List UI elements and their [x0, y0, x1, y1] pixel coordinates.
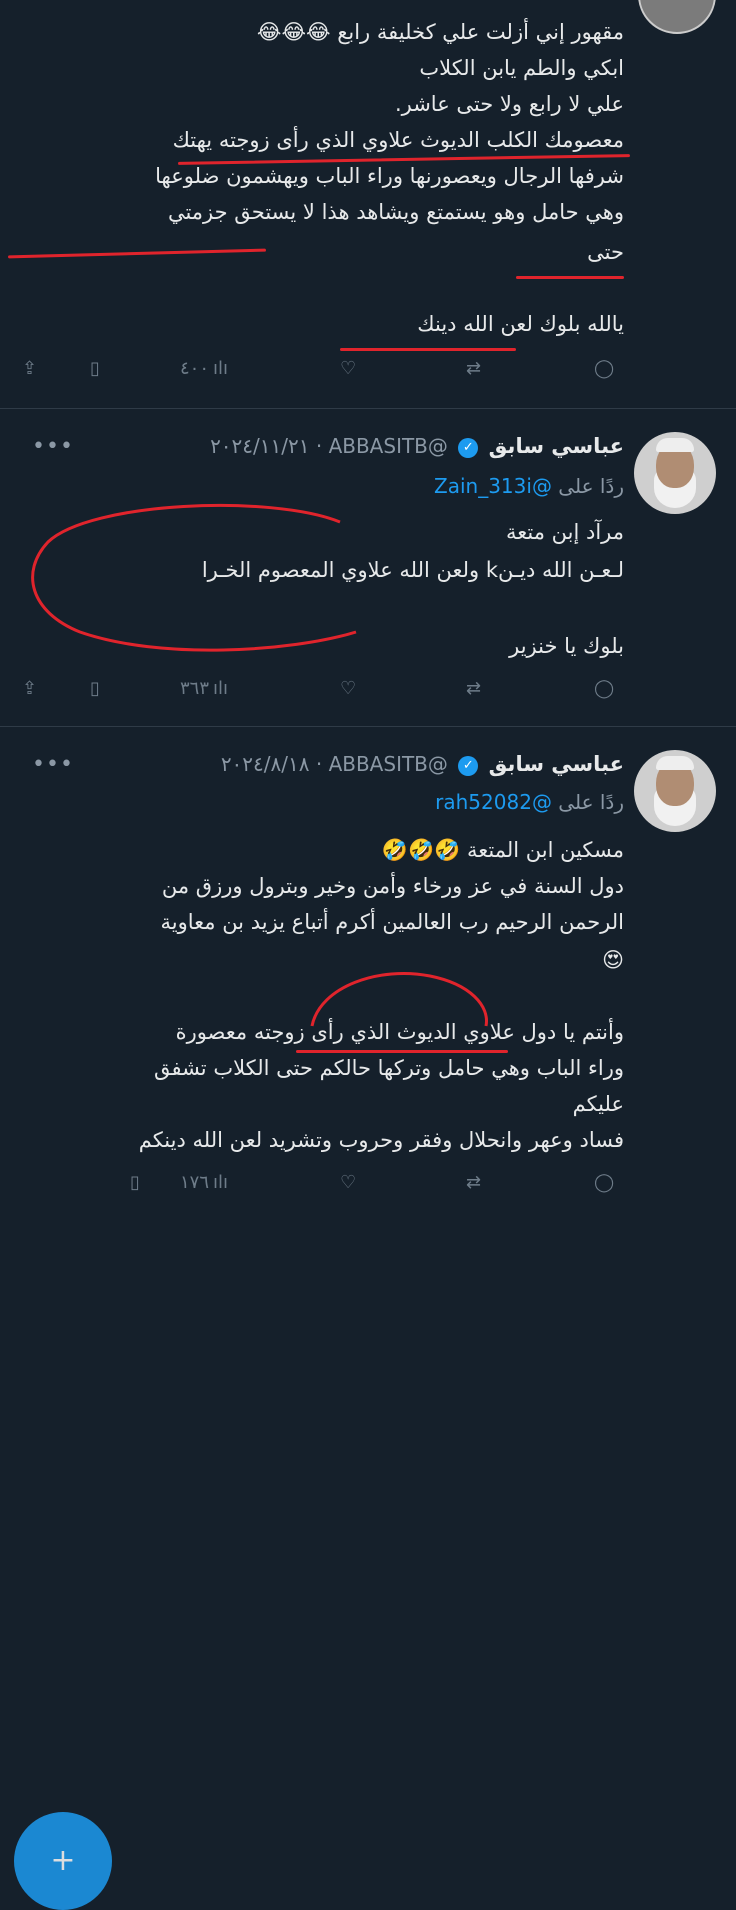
tweet-header: عباسي سابق ✓ @ABBASITB · ٢٠٢٤/٨/١٨: [221, 752, 624, 776]
bookmark-icon: ▯: [90, 678, 100, 699]
tweet-text-line: وراء الباب وهي حامل وتركها حالكم حتى الك…: [153, 1056, 624, 1080]
bookmark-button[interactable]: ▯: [90, 678, 100, 699]
chart-icon: ılı: [213, 358, 229, 379]
tweet-text-line: ابكي والطم يابن الكلاب: [419, 56, 624, 80]
tweet-text-line: مرآد إبن متعة: [505, 520, 624, 544]
reply-context: ردًا على @rah52082: [435, 790, 624, 814]
tweet-1[interactable]: مقهور إني أزلت علي كخليفة رابع 😂😂😂 ابكي …: [0, 0, 736, 409]
tweet-actions: ⇪ ▯ ٤٠٠ ılı ♡ ⇄ ◯: [0, 358, 736, 388]
reply-handle-link[interactable]: @Zain_313i: [434, 474, 552, 498]
reply-icon: ◯: [594, 358, 615, 379]
tweet-actions: ▯ ١٧٦ ılı ♡ ⇄ ◯: [0, 1172, 736, 1202]
reply-handle-link[interactable]: @rah52082: [435, 790, 552, 814]
views-value: ٤٠٠: [180, 358, 210, 379]
avatar[interactable]: [634, 750, 716, 832]
like-button[interactable]: ♡: [340, 678, 356, 699]
views-value: ١٧٦: [180, 1172, 210, 1193]
separator-dot: ·: [315, 434, 323, 458]
reply-prefix: ردًا على: [558, 790, 624, 814]
display-name[interactable]: عباسي سابق: [489, 434, 624, 458]
tweet-2[interactable]: عباسي سابق ✓ @ABBASITB · ٢٠٢٤/١١/٢١ ••• …: [0, 408, 736, 727]
chart-icon: ılı: [213, 678, 229, 699]
reply-button[interactable]: ◯: [594, 358, 614, 379]
tweet-text-line: يالله بلوك لعن الله دينك: [417, 312, 624, 336]
retweet-button[interactable]: ⇄: [466, 358, 481, 379]
like-button[interactable]: ♡: [340, 1172, 356, 1193]
tweet-text-line: فساد وعهر وانحلال وفقر وحروب وتشريد لعن …: [138, 1128, 624, 1152]
views-value: ٣٦٣: [180, 678, 210, 699]
tweet-text-line: علي لا رابع ولا حتى عاشر.: [394, 92, 624, 116]
reply-context: ردًا على @Zain_313i: [434, 474, 624, 498]
annotation-underline: [296, 1050, 508, 1053]
share-icon: ⇪: [22, 358, 38, 379]
annotation-underline: [8, 248, 266, 259]
retweet-button[interactable]: ⇄: [466, 1172, 481, 1193]
user-handle[interactable]: @ABBASITB: [329, 752, 448, 776]
tweet-date[interactable]: ٢٠٢٤/٨/١٨: [221, 752, 310, 776]
tweet-text-line: وهي حامل وهو يستمتع ويشاهد هذا لا يستحق …: [167, 200, 624, 224]
verified-badge-icon: ✓: [458, 755, 479, 776]
views-count[interactable]: ١٧٦ ılı: [180, 1172, 228, 1193]
views-count[interactable]: ٣٦٣ ılı: [180, 678, 228, 699]
tweet-text-line: مقهور إني أزلت علي كخليفة رابع 😂😂😂: [256, 20, 624, 44]
tweet-text-line: شرفها الرجال ويعصورنها وراء الباب ويهشمو…: [155, 164, 624, 188]
tweet-text-line: معصومك الكلب الديوث علاوي الذي رأى زوجته…: [172, 128, 624, 152]
annotation-arc: [310, 971, 488, 1027]
heart-icon: ♡: [340, 678, 357, 699]
bookmark-button[interactable]: ▯: [130, 1172, 140, 1193]
verified-badge-icon: ✓: [458, 437, 479, 458]
annotation-circle: [31, 503, 357, 652]
compose-button[interactable]: +: [14, 1812, 112, 1910]
reply-button[interactable]: ◯: [594, 678, 614, 699]
retweet-button[interactable]: ⇄: [466, 678, 481, 699]
bookmark-icon: ▯: [130, 1172, 140, 1193]
retweet-icon: ⇄: [466, 1172, 482, 1193]
tweet-date[interactable]: ٢٠٢٤/١١/٢١: [210, 434, 309, 458]
heart-icon: ♡: [340, 1172, 357, 1193]
more-options-button[interactable]: •••: [32, 434, 74, 459]
avatar[interactable]: [634, 432, 716, 514]
reply-icon: ◯: [594, 1172, 615, 1193]
share-icon: ⇪: [22, 678, 38, 699]
like-button[interactable]: ♡: [340, 358, 356, 379]
tweet-actions: ⇪ ▯ ٣٦٣ ılı ♡ ⇄ ◯: [0, 678, 736, 708]
reply-button[interactable]: ◯: [594, 1172, 614, 1193]
views-count[interactable]: ٤٠٠ ılı: [180, 358, 228, 379]
bookmark-icon: ▯: [90, 358, 100, 379]
annotation-underline: [340, 348, 516, 351]
more-options-button[interactable]: •••: [32, 752, 74, 777]
avatar[interactable]: [638, 0, 716, 34]
retweet-icon: ⇄: [466, 678, 482, 699]
reply-icon: ◯: [594, 678, 615, 699]
tweet-text-line: عليكم: [572, 1092, 624, 1116]
heart-icon: ♡: [340, 358, 357, 379]
share-button[interactable]: ⇪: [22, 358, 37, 379]
tweet-text-line: الرحمن الرحيم رب العالمين أكرم أتباع يزي…: [160, 910, 625, 934]
plus-icon: +: [50, 1843, 76, 1878]
chart-icon: ılı: [213, 1172, 229, 1193]
tweet-text-line: دول السنة في عز ورخاء وأمن وخير وبترول و…: [161, 874, 624, 898]
tweet-text-line: حتى: [587, 240, 624, 264]
bookmark-button[interactable]: ▯: [90, 358, 100, 379]
annotation-underline: [516, 276, 624, 279]
tweet-text-line: مسكين ابن المتعة 🤣🤣🤣: [381, 838, 624, 862]
display-name[interactable]: عباسي سابق: [489, 752, 624, 776]
reply-prefix: ردًا على: [558, 474, 624, 498]
tweet-header: عباسي سابق ✓ @ABBASITB · ٢٠٢٤/١١/٢١: [210, 434, 624, 458]
separator-dot: ·: [315, 752, 323, 776]
tweet-text-line: بلوك يا خنزير: [509, 634, 624, 658]
tweet-3[interactable]: عباسي سابق ✓ @ABBASITB · ٢٠٢٤/٨/١٨ ••• ر…: [0, 726, 736, 1910]
user-handle[interactable]: @ABBASITB: [329, 434, 448, 458]
retweet-icon: ⇄: [466, 358, 482, 379]
share-button[interactable]: ⇪: [22, 678, 37, 699]
tweet-text-line: 😍: [602, 948, 624, 972]
